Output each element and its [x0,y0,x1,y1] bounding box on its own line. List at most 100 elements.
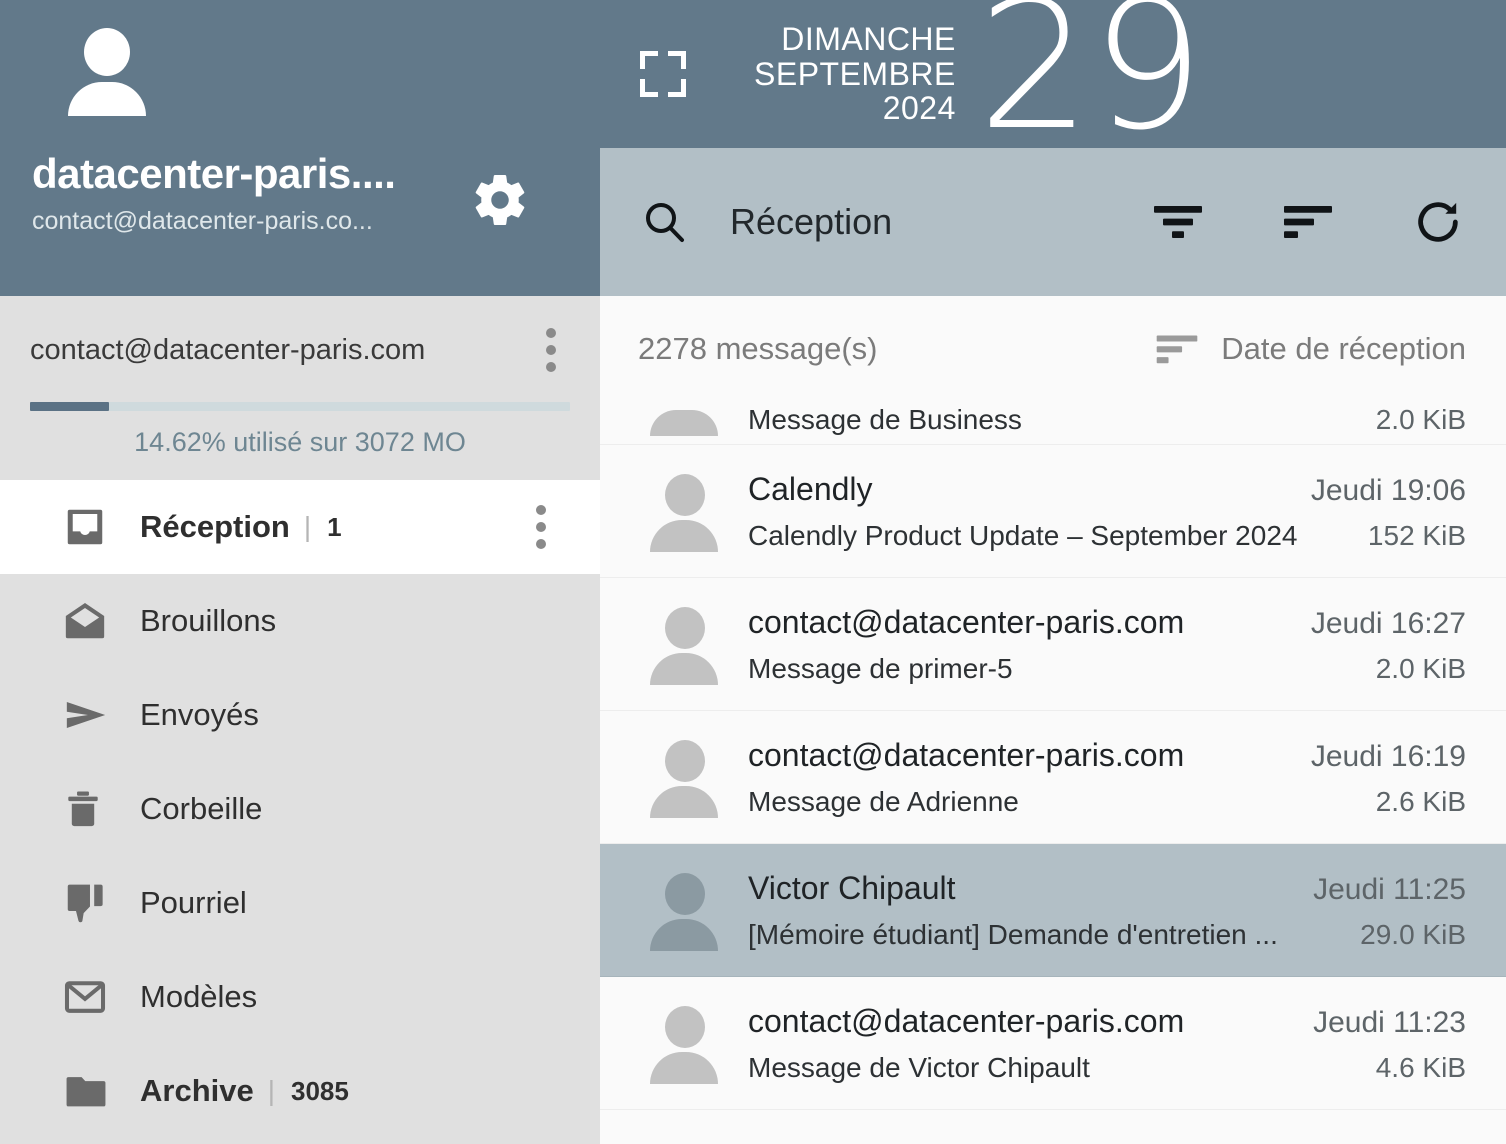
folder-label: Archive [140,1073,254,1108]
gear-icon-svg [475,175,525,225]
message-size: 29.0 KiB [1360,918,1466,950]
sort-icon-svg [1284,206,1332,238]
main-pane: DIMANCHE SEPTEMBRE 2024 29 Réception 227… [600,0,1506,1144]
kebab-menu-icon[interactable] [532,322,570,378]
message-list-item[interactable]: contact@datacenter-paris.com Jeudi 16:19 M… [600,711,1506,844]
message-sender: contact@datacenter-paris.com [748,736,1185,773]
folder-label: Envoyés [140,697,259,732]
account-name: datacenter-paris.... [32,150,396,197]
refresh-icon-svg [1418,202,1458,242]
avatar [648,736,720,818]
sidebar-item-corbeille[interactable]: Corbeille [0,762,600,856]
paper-plane-icon [62,692,118,738]
message-subject-line: Message de Victor Chipault 4.6 KiB [748,1052,1466,1084]
sidebar-item-modles[interactable]: Modèles [0,950,600,1044]
message-subject: Calendly Product Update – September 2024 [748,519,1298,551]
message-content: contact@datacenter-paris.com Jeudi 16:27 M… [748,604,1466,685]
date-header: DIMANCHE SEPTEMBRE 2024 29 [600,0,1506,170]
open-envelope-icon [62,598,118,644]
message-content: Message de Business 2.0 KiB [748,404,1466,436]
list-header: 2278 message(s) Date de réception [600,296,1506,390]
message-count: 2278 message(s) [638,331,878,366]
sort-by-control[interactable]: Date de réception [1155,330,1466,368]
date-text-block: DIMANCHE SEPTEMBRE 2024 [754,22,956,126]
message-header-line: Calendly Jeudi 19:06 [748,471,1466,508]
storage-summary: contact@datacenter-paris.com 14.62% util… [0,296,600,480]
sidebar-item-brouillons[interactable]: Brouillons [0,574,600,668]
message-subject-line: Calendly Product Update – September 2024… [748,520,1466,552]
message-sender: Calendly [748,470,873,507]
message-list-item[interactable]: contact@datacenter-paris.com Jeudi 16:27 M… [600,578,1506,711]
storage-account-row[interactable]: contact@datacenter-paris.com [30,322,570,378]
message-header-line: contact@datacenter-paris.com Jeudi 11:23 [748,1003,1466,1040]
message-subject-line: [Mémoire étudiant] Demande d'entretien .… [748,919,1466,951]
message-sender: contact@datacenter-paris.com [748,603,1185,640]
message-list-item[interactable]: Victor Chipault Jeudi 11:25 [Mémoire étudi… [600,844,1506,977]
message-subject-line: Message de primer-5 2.0 KiB [748,653,1466,685]
message-size: 2.0 KiB [1375,404,1466,435]
message-size: 2.6 KiB [1375,785,1466,817]
fullscreen-icon[interactable] [640,51,686,97]
message-header-line: Victor Chipault Jeudi 11:25 [748,870,1466,907]
message-subject: Message de Business [748,404,1022,435]
date-year: 2024 [882,90,956,127]
filter-icon-svg [1154,206,1202,238]
list-toolbar: Réception [600,148,1506,296]
message-subject-line: Message de Adrienne 2.6 KiB [748,786,1466,818]
message-subject: Message de Victor Chipault [748,1051,1090,1083]
trash-icon [62,785,118,833]
folder-count: 3085 [291,1075,349,1106]
message-list-item[interactable]: Calendly Jeudi 19:06 Calendly Product Upda… [600,445,1506,578]
folder-label: Modèles [140,979,258,1014]
sort-icon [1156,335,1198,364]
sort-by-label: Date de réception [1221,331,1466,366]
message-subject: Message de primer-5 [748,652,1013,684]
message-time: Jeudi 11:25 [1313,872,1466,906]
message-subject: [Mémoire étudiant] Demande d'entretien .… [748,918,1278,950]
refresh-icon[interactable] [1412,196,1464,248]
storage-progress-fill [30,402,109,411]
message-list: Message de Business 2.0 KiB Calendly Jeudi … [600,390,1506,1144]
avatar [648,603,720,685]
message-subject-line: Message de Business 2.0 KiB [748,404,1466,436]
folder-label: Réception [140,509,290,544]
account-header: datacenter-paris.... contact@datacenter-… [0,0,600,296]
search-icon-svg [646,203,684,242]
storage-progress-track [30,402,570,411]
message-time: Jeudi 11:23 [1313,1005,1466,1039]
message-list-item[interactable]: contact@datacenter-paris.com Jeudi 11:23 M… [600,977,1506,1110]
message-content: contact@datacenter-paris.com Jeudi 16:19 M… [748,737,1466,818]
folder-label: Pourriel [140,885,247,920]
kebab-menu-icon[interactable] [522,499,560,555]
sidebar: datacenter-paris.... contact@datacenter-… [0,0,600,1144]
folder-label: Corbeille [140,791,263,826]
folder-count-separator: | [267,1075,276,1106]
sidebar-item-archive[interactable]: Archive | 3085 [0,1044,600,1138]
folder-icon [62,1069,118,1113]
sidebar-item-pourriel[interactable]: Pourriel [0,856,600,950]
filter-icon[interactable] [1152,200,1204,244]
message-sender: Victor Chipault [748,869,956,906]
account-email: contact@datacenter-paris.co... [32,207,373,235]
folder-list: Réception | 1 Brouillons Envoyés Corbeille Pou… [0,480,600,1144]
date-day-number: 29 [977,0,1205,170]
search-icon[interactable] [640,198,688,246]
message-header-line: contact@datacenter-paris.com Jeudi 16:19 [748,737,1466,774]
folder-label: Brouillons [140,603,277,638]
envelope-icon [62,974,118,1020]
storage-account-email: contact@datacenter-paris.com [30,333,426,366]
avatar [648,410,720,436]
sort-icon[interactable] [1282,200,1334,244]
folder-count-separator: | [303,511,312,542]
gear-icon[interactable] [470,170,530,230]
message-size: 4.6 KiB [1375,1051,1466,1083]
message-header-line: contact@datacenter-paris.com Jeudi 16:27 [748,604,1466,641]
message-time: Jeudi 16:27 [1310,606,1466,640]
avatar [648,470,720,552]
sidebar-item-envoys[interactable]: Envoyés [0,668,600,762]
message-size: 152 KiB [1367,519,1466,551]
message-content: Victor Chipault Jeudi 11:25 [Mémoire étudi… [748,870,1466,951]
message-content: contact@datacenter-paris.com Jeudi 11:23 M… [748,1003,1466,1084]
message-list-item[interactable]: Message de Business 2.0 KiB [600,390,1506,445]
sidebar-item-rception[interactable]: Réception | 1 [0,480,600,574]
